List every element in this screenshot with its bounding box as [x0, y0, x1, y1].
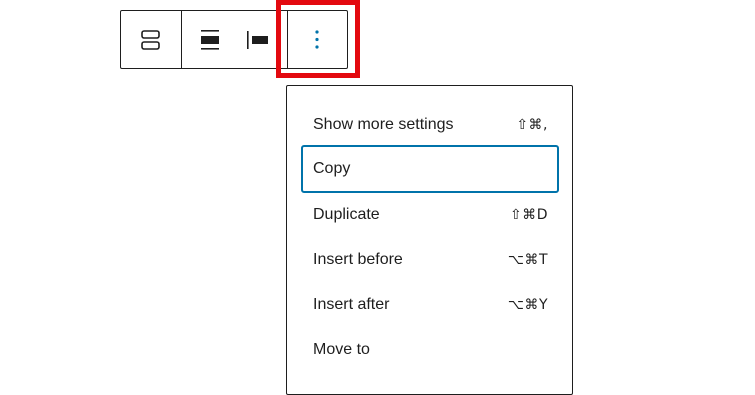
align-left-button[interactable]	[237, 11, 275, 68]
block-type-button[interactable]	[121, 11, 181, 68]
menu-item-show-more-settings[interactable]: Show more settings ⇧⌘,	[301, 101, 559, 149]
menu-item-move-to[interactable]: Move to	[301, 326, 559, 374]
menu-item-shortcut: ⌥⌘T	[507, 252, 548, 268]
highlight-box	[276, 0, 360, 78]
menu-item-shortcut: ⇧⌘D	[509, 207, 548, 223]
block-type-icon	[141, 30, 160, 50]
menu-item-label: Move to	[313, 341, 370, 358]
menu-item-duplicate[interactable]: Duplicate ⇧⌘D	[301, 191, 559, 239]
menu-item-shortcut: ⇧⌘,	[516, 117, 548, 133]
menu-item-label: Duplicate	[313, 206, 380, 223]
menu-item-insert-after[interactable]: Insert after ⌥⌘Y	[301, 281, 559, 329]
menu-item-copy[interactable]: Copy	[301, 145, 559, 193]
menu-item-label: Insert after	[313, 296, 390, 313]
menu-item-label: Insert before	[313, 251, 403, 268]
menu-item-insert-before[interactable]: Insert before ⌥⌘T	[301, 236, 559, 284]
menu-item-label: Show more settings	[313, 116, 454, 133]
block-options-menu: Show more settings ⇧⌘, Copy Duplicate ⇧⌘…	[286, 85, 573, 395]
menu-item-label: Copy	[313, 160, 351, 177]
align-left-icon	[247, 31, 268, 49]
align-wide-button[interactable]	[191, 11, 229, 68]
align-wide-icon	[201, 30, 219, 50]
menu-item-shortcut: ⌥⌘Y	[507, 297, 548, 313]
toolbar-divider	[181, 11, 182, 68]
